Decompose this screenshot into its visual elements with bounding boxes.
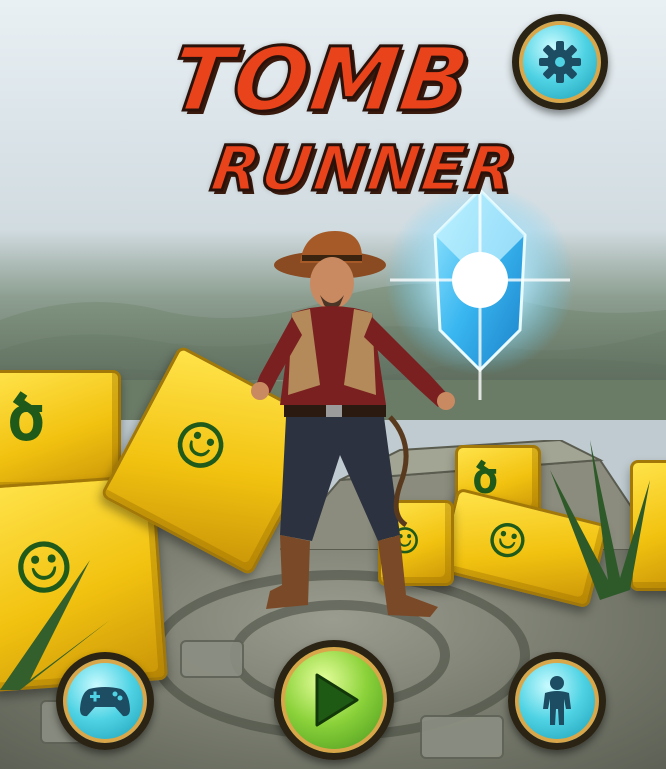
play-button[interactable] <box>274 640 394 760</box>
floor-stone <box>180 640 244 678</box>
gamepad-icon <box>63 659 147 743</box>
gamepad-button[interactable] <box>56 652 154 750</box>
explorer-character <box>251 231 455 617</box>
game-title: TOMB RUNNER <box>150 27 522 220</box>
floor-stone <box>420 715 504 759</box>
title-line-tomb: TOMB <box>163 27 478 133</box>
settings-button[interactable] <box>512 14 608 110</box>
title-line-runner: RUNNER <box>205 131 522 207</box>
gold-block-left-top: ծ <box>0 370 121 491</box>
mask-glyph: ☺ <box>156 394 243 499</box>
play-icon <box>281 647 387 753</box>
plant-right <box>550 440 650 600</box>
mask-glyph: ☺ <box>481 503 534 581</box>
character-button[interactable] <box>508 652 606 750</box>
game-scene: ծ ☺ ☺ ծ ☺ ☺ TOMB RUNNER <box>0 0 666 769</box>
person-icon <box>515 659 599 743</box>
gear-icon <box>519 21 601 103</box>
spiral-glyph: ծ <box>7 382 46 456</box>
